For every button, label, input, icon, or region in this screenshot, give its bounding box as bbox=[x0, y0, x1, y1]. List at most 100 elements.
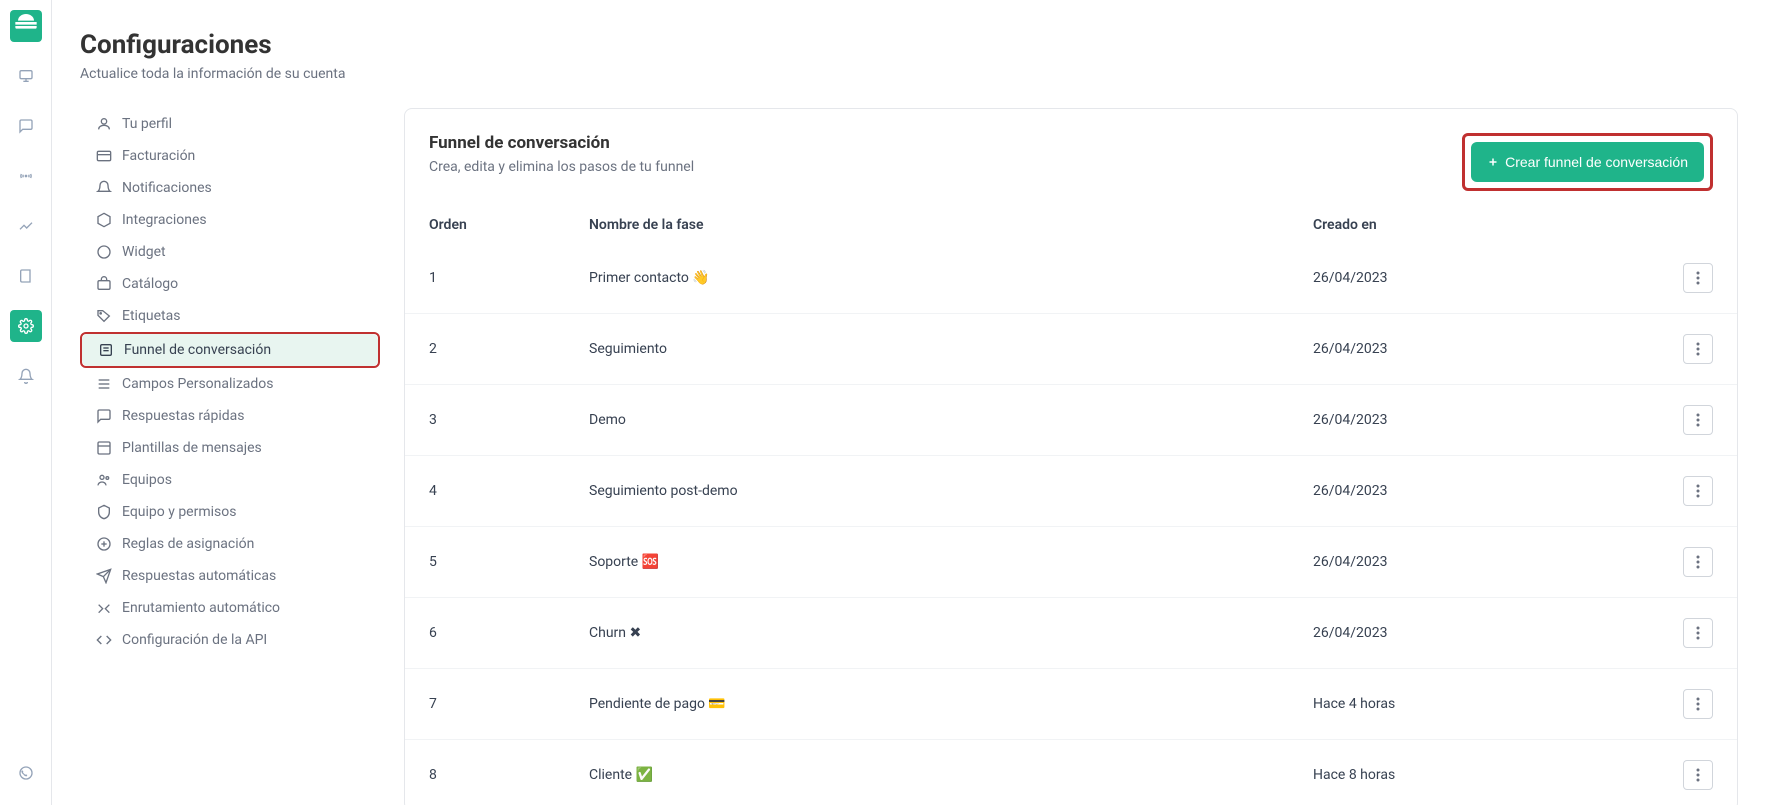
row-actions-button[interactable] bbox=[1683, 618, 1713, 648]
panel-subtitle: Crea, edita y elimina los pasos de tu fu… bbox=[429, 159, 694, 175]
nav-facturacion[interactable]: Facturación bbox=[80, 140, 380, 172]
col-name-header: Nombre de la fase bbox=[589, 217, 1313, 233]
nav-label: Equipos bbox=[122, 472, 172, 488]
cell-name: Pendiente de pago 💳 bbox=[589, 696, 1313, 712]
dots-vertical-icon bbox=[1696, 484, 1700, 498]
cell-order: 8 bbox=[429, 767, 589, 783]
create-button-label: Crear funnel de conversación bbox=[1505, 154, 1688, 170]
nav-widget[interactable]: Widget bbox=[80, 236, 380, 268]
nav-label: Widget bbox=[122, 244, 166, 260]
cell-order: 4 bbox=[429, 483, 589, 499]
table-row: 8Cliente ✅Hace 8 horas bbox=[405, 739, 1737, 805]
dots-vertical-icon bbox=[1696, 768, 1700, 782]
dots-vertical-icon bbox=[1696, 626, 1700, 640]
cell-order: 1 bbox=[429, 270, 589, 286]
table-row: 3Demo26/04/2023 bbox=[405, 384, 1737, 455]
row-actions-button[interactable] bbox=[1683, 689, 1713, 719]
nav-equipos[interactable]: Equipos bbox=[80, 464, 380, 496]
rail-desktop-icon[interactable] bbox=[10, 60, 42, 92]
nav-label: Reglas de asignación bbox=[122, 536, 254, 552]
nav-tu-perfil[interactable]: Tu perfil bbox=[80, 108, 380, 140]
nav-respuestas-rapidas[interactable]: Respuestas rápidas bbox=[80, 400, 380, 432]
nav-enrutamiento[interactable]: Enrutamiento automático bbox=[80, 592, 380, 624]
col-created-header: Creado en bbox=[1313, 217, 1653, 233]
rail-bell-icon[interactable] bbox=[10, 360, 42, 392]
nav-catalogo[interactable]: Catálogo bbox=[80, 268, 380, 300]
nav-notificaciones[interactable]: Notificaciones bbox=[80, 172, 380, 204]
col-order-header: Orden bbox=[429, 217, 589, 233]
rail-chat-icon[interactable] bbox=[10, 110, 42, 142]
cell-name: Churn ✖ bbox=[589, 625, 1313, 641]
row-actions-button[interactable] bbox=[1683, 405, 1713, 435]
page-title: Configuraciones bbox=[80, 30, 1738, 60]
funnel-panel: Funnel de conversación Crea, edita y eli… bbox=[404, 108, 1738, 805]
cell-order: 2 bbox=[429, 341, 589, 357]
nav-label: Plantillas de mensajes bbox=[122, 440, 262, 456]
rail-broadcast-icon[interactable] bbox=[10, 160, 42, 192]
page-subtitle: Actualice toda la información de su cuen… bbox=[80, 66, 1738, 82]
cell-name: Primer contacto 👋 bbox=[589, 270, 1313, 286]
nav-plantillas[interactable]: Plantillas de mensajes bbox=[80, 432, 380, 464]
app-logo bbox=[10, 10, 42, 42]
icon-rail bbox=[0, 0, 52, 805]
cell-name: Seguimiento post-demo bbox=[589, 483, 1313, 499]
cell-created: 26/04/2023 bbox=[1313, 554, 1653, 570]
cell-name: Seguimiento bbox=[589, 341, 1313, 357]
settings-nav: Tu perfil Facturación Notificaciones Int… bbox=[80, 108, 380, 656]
create-funnel-button[interactable]: Crear funnel de conversación bbox=[1471, 142, 1704, 182]
dots-vertical-icon bbox=[1696, 555, 1700, 569]
rail-settings-icon[interactable] bbox=[10, 310, 42, 342]
cell-order: 5 bbox=[429, 554, 589, 570]
nav-etiquetas[interactable]: Etiquetas bbox=[80, 300, 380, 332]
table-row: 2Seguimiento26/04/2023 bbox=[405, 313, 1737, 384]
nav-label: Etiquetas bbox=[122, 308, 180, 324]
nav-funnel[interactable]: Funnel de conversación bbox=[82, 334, 378, 366]
cell-order: 6 bbox=[429, 625, 589, 641]
rail-book-icon[interactable] bbox=[10, 260, 42, 292]
nav-label: Campos Personalizados bbox=[122, 376, 274, 392]
row-actions-button[interactable] bbox=[1683, 547, 1713, 577]
cell-order: 7 bbox=[429, 696, 589, 712]
nav-label: Notificaciones bbox=[122, 180, 212, 196]
nav-label: Respuestas rápidas bbox=[122, 408, 245, 424]
cell-name: Demo bbox=[589, 412, 1313, 428]
nav-resp-auto[interactable]: Respuestas automáticas bbox=[80, 560, 380, 592]
nav-label: Enrutamiento automático bbox=[122, 600, 280, 616]
nav-permisos[interactable]: Equipo y permisos bbox=[80, 496, 380, 528]
nav-label: Facturación bbox=[122, 148, 195, 164]
nav-api[interactable]: Configuración de la API bbox=[80, 624, 380, 656]
nav-reglas[interactable]: Reglas de asignación bbox=[80, 528, 380, 560]
cell-order: 3 bbox=[429, 412, 589, 428]
nav-campos[interactable]: Campos Personalizados bbox=[80, 368, 380, 400]
cell-created: 26/04/2023 bbox=[1313, 625, 1653, 641]
nav-label: Integraciones bbox=[122, 212, 207, 228]
cell-created: Hace 4 horas bbox=[1313, 696, 1653, 712]
cell-created: 26/04/2023 bbox=[1313, 412, 1653, 428]
dots-vertical-icon bbox=[1696, 271, 1700, 285]
create-button-highlight: Crear funnel de conversación bbox=[1462, 133, 1713, 191]
dots-vertical-icon bbox=[1696, 413, 1700, 427]
nav-label: Funnel de conversación bbox=[124, 342, 271, 358]
nav-label: Respuestas automáticas bbox=[122, 568, 276, 584]
rail-trend-icon[interactable] bbox=[10, 210, 42, 242]
row-actions-button[interactable] bbox=[1683, 476, 1713, 506]
table-row: 7Pendiente de pago 💳Hace 4 horas bbox=[405, 668, 1737, 739]
table-row: 5Soporte 🆘26/04/2023 bbox=[405, 526, 1737, 597]
table-row: 4Seguimiento post-demo26/04/2023 bbox=[405, 455, 1737, 526]
row-actions-button[interactable] bbox=[1683, 263, 1713, 293]
nav-label: Configuración de la API bbox=[122, 632, 267, 648]
panel-title: Funnel de conversación bbox=[429, 133, 694, 153]
row-actions-button[interactable] bbox=[1683, 760, 1713, 790]
plus-icon bbox=[1487, 156, 1499, 168]
dots-vertical-icon bbox=[1696, 697, 1700, 711]
nav-label: Equipo y permisos bbox=[122, 504, 236, 520]
cell-created: 26/04/2023 bbox=[1313, 341, 1653, 357]
cell-created: 26/04/2023 bbox=[1313, 483, 1653, 499]
dots-vertical-icon bbox=[1696, 342, 1700, 356]
rail-whatsapp-icon[interactable] bbox=[10, 757, 42, 789]
cell-name: Soporte 🆘 bbox=[589, 554, 1313, 570]
cell-created: Hace 8 horas bbox=[1313, 767, 1653, 783]
nav-label: Tu perfil bbox=[122, 116, 172, 132]
row-actions-button[interactable] bbox=[1683, 334, 1713, 364]
nav-integraciones[interactable]: Integraciones bbox=[80, 204, 380, 236]
